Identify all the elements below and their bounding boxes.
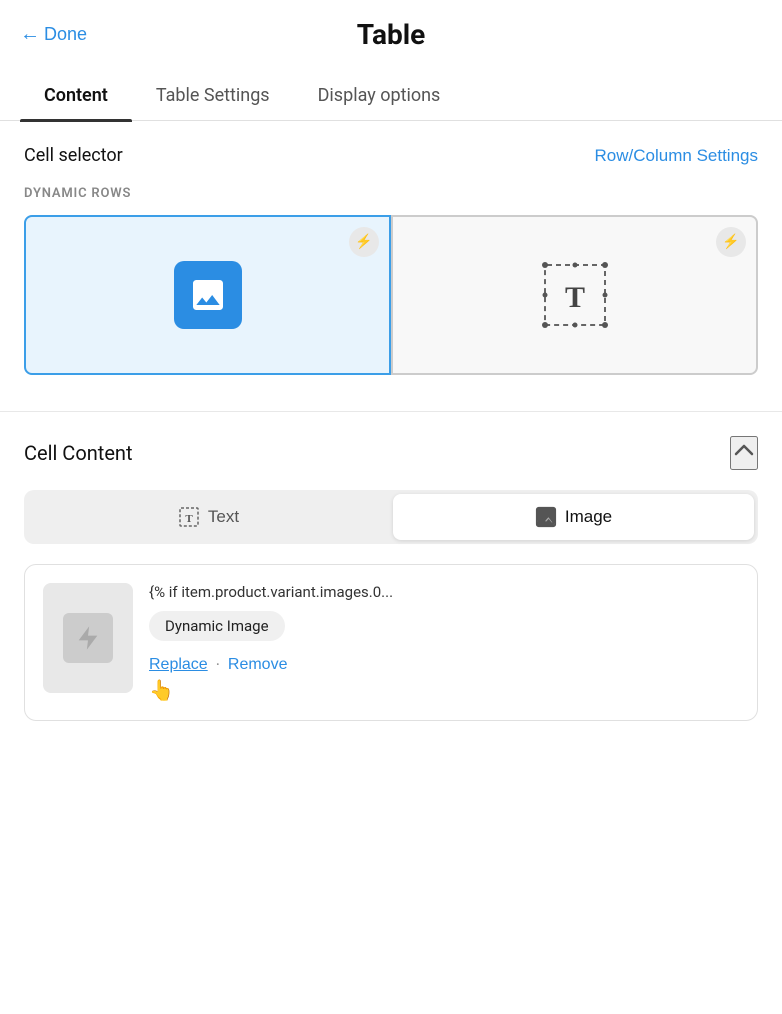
- back-arrow-icon: ←: [20, 23, 40, 46]
- image-info: {% if item.product.variant.images.0... D…: [149, 583, 739, 702]
- text-cell-lightning-badge: ⚡: [716, 227, 746, 257]
- svg-text:T: T: [564, 281, 584, 314]
- image-cell-icon-block: [174, 261, 242, 329]
- cell-selector-label: Cell selector: [24, 145, 123, 166]
- page-title: Table: [357, 18, 426, 51]
- replace-button[interactable]: Replace: [149, 656, 208, 674]
- svg-text:T: T: [185, 513, 193, 525]
- image-template-text: {% if item.product.variant.images.0...: [149, 583, 739, 601]
- cell-selector-row: Cell selector Row/Column Settings: [24, 145, 758, 166]
- done-button[interactable]: ← Done: [20, 23, 87, 46]
- lightning-placeholder-icon: [74, 624, 102, 652]
- image-icon: [188, 275, 228, 315]
- done-label: Done: [44, 24, 87, 45]
- cell-content-title: Cell Content: [24, 441, 133, 465]
- image-actions: Replace · Remove: [149, 655, 739, 674]
- toggle-text-label: Text: [208, 507, 239, 527]
- image-toggle-icon: [535, 506, 557, 528]
- dynamic-rows-section-label: DYNAMIC ROWS: [24, 186, 758, 201]
- divider: [0, 411, 782, 412]
- dynamic-image-badge: Dynamic Image: [149, 611, 285, 641]
- tab-bar: Content Table Settings Display options: [0, 71, 782, 121]
- tab-table-settings[interactable]: Table Settings: [132, 71, 294, 120]
- image-cell-lightning-badge: ⚡: [349, 227, 379, 257]
- lightning-icon: ⚡: [355, 234, 372, 250]
- header: ← Done Table: [0, 0, 782, 63]
- text-frame-icon: T: [535, 255, 615, 335]
- content-area: Cell selector Row/Column Settings DYNAMI…: [0, 121, 782, 745]
- text-cell-card[interactable]: ⚡ T: [391, 215, 758, 375]
- tab-display-options[interactable]: Display options: [294, 71, 465, 120]
- toggle-image-button[interactable]: Image: [393, 494, 754, 540]
- text-toggle-icon: T: [178, 506, 200, 528]
- remove-button[interactable]: Remove: [228, 656, 288, 674]
- tab-content[interactable]: Content: [20, 71, 132, 120]
- cursor-indicator: 👆: [149, 678, 174, 702]
- toggle-image-label: Image: [565, 507, 612, 527]
- cell-content-header: Cell Content: [24, 436, 758, 470]
- toggle-text-button[interactable]: T Text: [28, 494, 389, 540]
- content-toggle: T Text Image: [24, 490, 758, 544]
- collapse-button[interactable]: [730, 436, 758, 470]
- image-thumbnail: [43, 583, 133, 693]
- image-thumb-inner: [63, 613, 113, 663]
- image-card: {% if item.product.variant.images.0... D…: [24, 564, 758, 721]
- dynamic-rows-grid: ⚡ ⚡: [24, 215, 758, 375]
- lightning-icon-2: ⚡: [722, 234, 739, 250]
- action-separator: ·: [216, 655, 220, 674]
- row-column-settings-button[interactable]: Row/Column Settings: [595, 146, 758, 166]
- chevron-up-icon: [732, 438, 756, 462]
- text-cell-icon-block: T: [535, 255, 615, 335]
- image-cell-card[interactable]: ⚡: [24, 215, 391, 375]
